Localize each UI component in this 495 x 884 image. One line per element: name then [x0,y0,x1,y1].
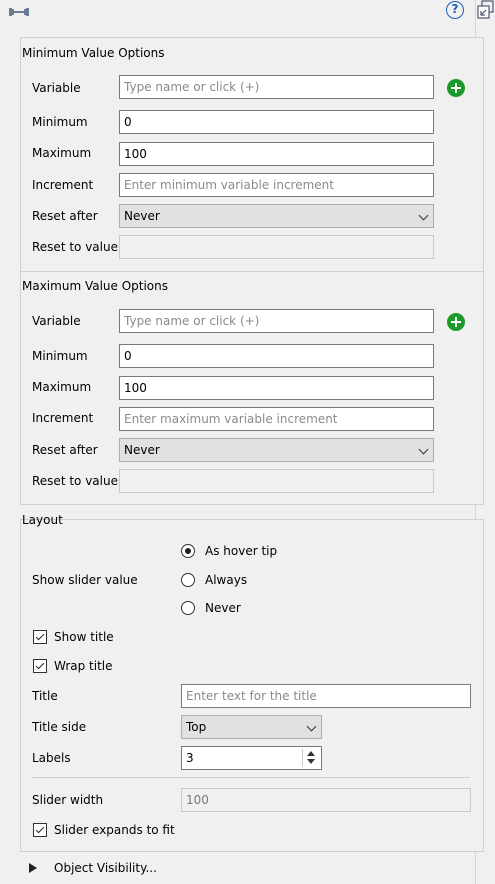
min-options-title: Minimum Value Options [22,46,165,60]
min-minimum-label: Minimum [32,115,88,129]
title-side-label: Title side [32,720,87,734]
min-reset-after-label: Reset after [32,209,98,223]
undock-icon[interactable] [477,0,495,20]
radio-never[interactable] [181,601,195,615]
min-maximum-input[interactable]: 100 [119,142,434,166]
min-variable-label: Variable [32,81,81,95]
spinner-arrows-icon[interactable] [302,749,319,767]
radio-as-hover-tip-label[interactable]: As hover tip [205,544,277,558]
help-icon[interactable]: ? [446,1,464,19]
chevron-down-icon [418,210,429,221]
title-side-value: Top [186,720,207,734]
object-visibility-toggle[interactable]: Object Visibility... [54,861,157,875]
max-reset-to-input [119,469,434,493]
chevron-down-icon [306,721,317,732]
expand-triangle-icon[interactable] [29,863,37,873]
max-minimum-label: Minimum [32,349,88,363]
min-increment-label: Increment [32,178,94,192]
slider-width-input: 100 [181,788,471,812]
max-reset-after-select[interactable]: Never [119,438,434,462]
min-minimum-input[interactable]: 0 [119,110,434,134]
radio-always-label[interactable]: Always [205,573,247,587]
radio-always[interactable] [181,573,195,587]
max-maximum-input[interactable]: 100 [119,376,434,400]
min-reset-after-value: Never [124,209,160,223]
max-reset-after-label: Reset after [32,443,98,457]
min-variable-input[interactable]: Type name or click (+) [119,75,434,99]
max-increment-input[interactable]: Enter maximum variable increment [119,407,434,431]
max-reset-after-value: Never [124,443,160,457]
radio-as-hover-tip[interactable] [181,544,195,558]
max-add-variable-icon[interactable] [447,313,465,331]
layout-title: Layout [22,513,63,527]
labels-label: Labels [32,751,71,765]
show-title-label[interactable]: Show title [54,630,114,644]
layout-separator [32,777,470,778]
wrap-title-label[interactable]: Wrap title [54,659,113,673]
radio-never-label[interactable]: Never [205,601,241,615]
slider-expands-checkbox[interactable] [33,823,47,837]
min-reset-to-label: Reset to value [32,240,118,254]
max-minimum-input[interactable]: 0 [119,344,434,368]
min-maximum-label: Maximum [32,146,92,160]
title-input[interactable]: Enter text for the title [181,684,471,708]
min-increment-input[interactable]: Enter minimum variable increment [119,173,434,197]
max-options-title: Maximum Value Options [22,279,169,293]
chevron-down-icon [418,444,429,455]
max-increment-label: Increment [32,411,94,425]
max-variable-label: Variable [32,314,81,328]
min-reset-after-select[interactable]: Never [119,204,434,228]
show-title-checkbox[interactable] [33,630,47,644]
title-label: Title [32,689,58,703]
max-variable-input[interactable]: Type name or click (+) [119,309,434,333]
dumbbell-icon[interactable] [8,6,30,18]
slider-width-label: Slider width [32,793,104,807]
show-slider-value-label: Show slider value [32,573,138,587]
title-side-select[interactable]: Top [181,715,322,739]
slider-expands-label[interactable]: Slider expands to fit [54,823,175,837]
max-maximum-label: Maximum [32,380,92,394]
min-reset-to-input [119,235,434,259]
wrap-title-checkbox[interactable] [33,659,47,673]
labels-spinbox[interactable]: 3 [181,746,322,770]
labels-value: 3 [186,751,194,765]
max-reset-to-label: Reset to value [32,474,118,488]
min-add-variable-icon[interactable] [447,79,465,97]
